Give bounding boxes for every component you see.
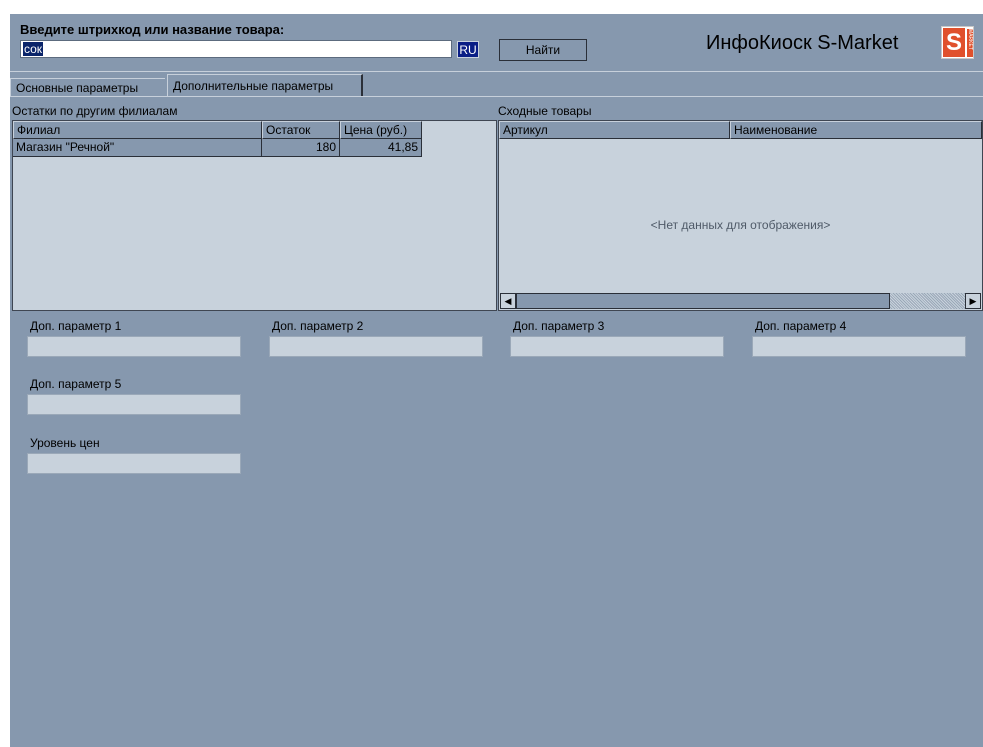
scroll-right-icon[interactable]: ▶ [965, 293, 981, 309]
horizontal-scrollbar[interactable]: ◀ ▶ [500, 293, 981, 309]
cell-stock: 180 [262, 139, 340, 157]
cell-price: 41,85 [340, 139, 422, 157]
price-level-label: Уровень цен [30, 436, 100, 450]
param-4-field[interactable] [752, 336, 966, 357]
logo-sub: MARKET [967, 29, 973, 57]
similar-grid: Артикул Наименование <Нет данных для ото… [498, 120, 983, 311]
empty-message: <Нет данных для отображения> [650, 218, 831, 232]
column-header-stock[interactable]: Остаток [262, 121, 340, 139]
price-level-field[interactable] [27, 453, 241, 474]
brand-title: ИнфоКиоск S-Market [706, 32, 899, 54]
app-window: Введите штрихкод или название товара: со… [10, 14, 983, 747]
column-header-branch[interactable]: Филиал [13, 121, 262, 139]
tab-divider [10, 96, 983, 97]
tab-bar: Основные параметры Дополнительные параме… [10, 74, 983, 97]
s-market-logo: S MARKET [941, 26, 974, 59]
param-2-field[interactable] [269, 336, 483, 357]
column-header-article[interactable]: Артикул [499, 121, 730, 139]
scrollbar-track[interactable] [890, 293, 965, 309]
tab-main-params[interactable]: Основные параметры [10, 78, 165, 97]
cell-branch: Магазин "Речной" [13, 139, 262, 157]
param-3-label: Доп. параметр 3 [513, 319, 605, 333]
language-indicator[interactable]: RU [457, 41, 479, 58]
search-label: Введите штрихкод или название товара: [20, 22, 285, 37]
param-2-label: Доп. параметр 2 [272, 319, 364, 333]
find-button[interactable]: Найти [499, 39, 587, 61]
tab-extra-params[interactable]: Дополнительные параметры [167, 74, 363, 96]
search-input-value: сок [23, 42, 44, 56]
branches-grid: Филиал Остаток Цена (руб.) Магазин "Речн… [12, 120, 497, 311]
param-4-label: Доп. параметр 4 [755, 319, 847, 333]
similar-grid-header: Артикул Наименование [499, 121, 982, 139]
param-1-label: Доп. параметр 1 [30, 319, 122, 333]
param-3-field[interactable] [510, 336, 724, 357]
scrollbar-thumb[interactable] [516, 293, 890, 309]
column-header-name[interactable]: Наименование [730, 121, 982, 139]
branches-grid-header: Филиал Остаток Цена (руб.) [13, 121, 422, 139]
divider [10, 71, 983, 72]
branches-title: Остатки по другим филиалам [12, 104, 178, 118]
param-5-label: Доп. параметр 5 [30, 377, 122, 391]
param-5-field[interactable] [27, 394, 241, 415]
logo-letter: S [943, 28, 965, 57]
similar-title: Сходные товары [498, 104, 592, 118]
column-header-price[interactable]: Цена (руб.) [340, 121, 422, 139]
search-input[interactable]: сок [20, 40, 452, 58]
param-1-field[interactable] [27, 336, 241, 357]
scroll-left-icon[interactable]: ◀ [500, 293, 516, 309]
table-row[interactable]: Магазин "Речной" 180 41,85 [13, 139, 422, 157]
